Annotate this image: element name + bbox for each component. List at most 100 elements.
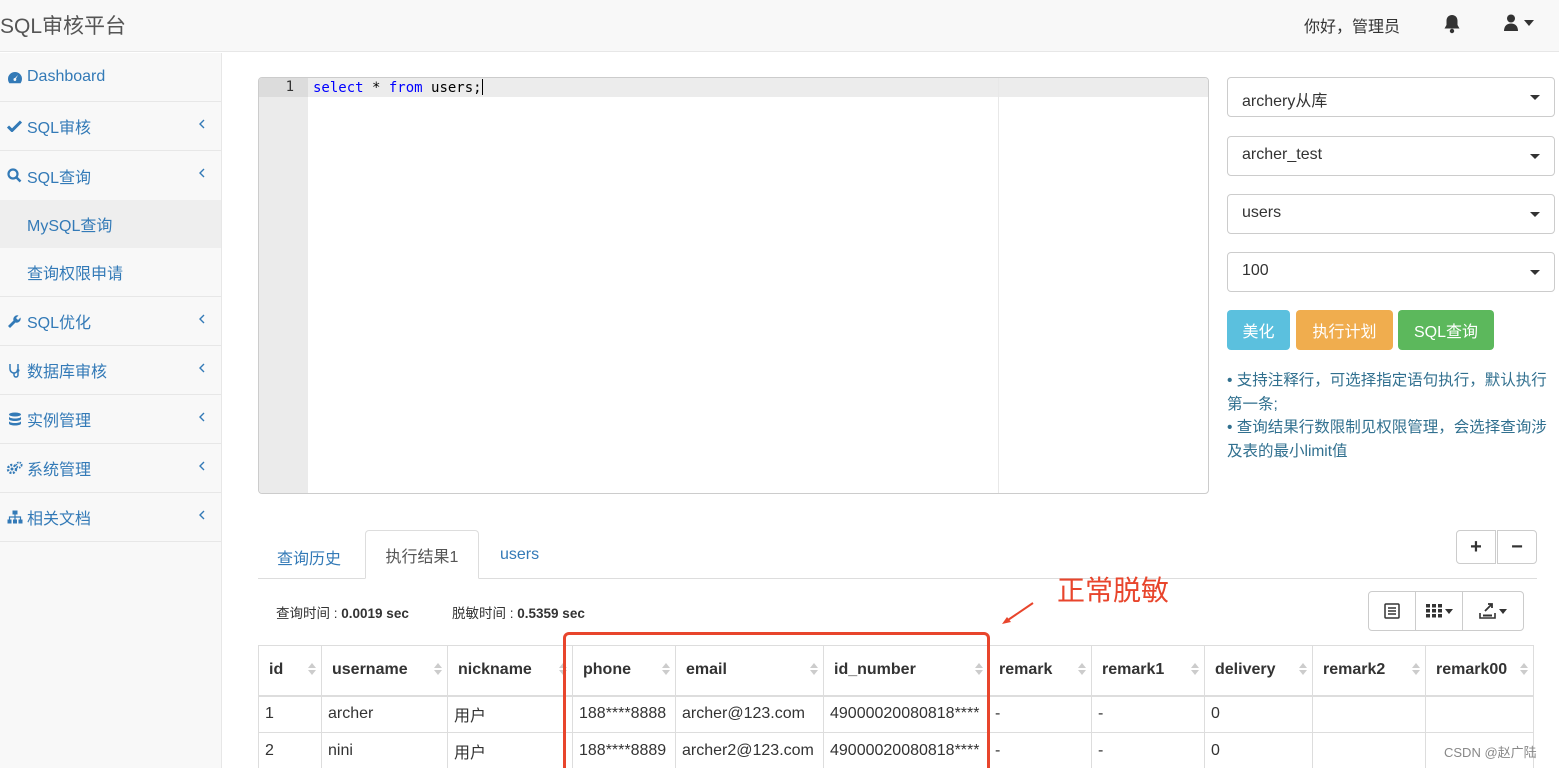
sort-icon bbox=[1299, 663, 1307, 675]
user-greeting: 你好，管理员 bbox=[1304, 19, 1401, 36]
column-header-label: remark1 bbox=[1102, 661, 1165, 679]
table-cell: archer bbox=[321, 695, 448, 733]
sidebar-item-instances[interactable]: 实例管理 bbox=[0, 395, 221, 444]
sidebar-item-sql-optimize[interactable]: SQL优化 bbox=[0, 297, 221, 346]
sql-token: users; bbox=[422, 80, 482, 96]
tab-query-history[interactable]: 查询历史 bbox=[277, 545, 341, 569]
table-cell: 188****8888 bbox=[572, 695, 676, 733]
column-header-phone[interactable]: phone bbox=[572, 645, 676, 697]
sql-keyword: select bbox=[313, 80, 364, 96]
sidebar-item-sql-query[interactable]: SQL查询 bbox=[0, 151, 221, 200]
export-button[interactable] bbox=[1463, 592, 1523, 630]
sql-query-button[interactable]: SQL查询 bbox=[1398, 310, 1494, 350]
sort-icon bbox=[1520, 663, 1528, 675]
table-select[interactable]: users bbox=[1227, 194, 1555, 234]
table-cell: - bbox=[1091, 732, 1205, 768]
columns-button[interactable] bbox=[1416, 592, 1463, 630]
annotation-label: 正常脱敏 bbox=[1057, 575, 1170, 606]
table-cell: - bbox=[988, 732, 1092, 768]
sidebar-item-sql-review[interactable]: SQL审核 bbox=[0, 102, 221, 151]
column-header-delivery[interactable]: delivery bbox=[1204, 645, 1313, 697]
database-select[interactable]: archer_test bbox=[1227, 136, 1555, 176]
tab-result-1[interactable]: 执行结果1 bbox=[365, 530, 479, 579]
sidebar-item-dashboard[interactable]: Dashboard bbox=[0, 53, 221, 102]
query-time-value: 0.0019 sec bbox=[341, 606, 409, 621]
instance-select[interactable]: archery从库 bbox=[1227, 77, 1555, 117]
sql-query-submenu: MySQL查询 查询权限申请 bbox=[0, 200, 221, 297]
wrench-icon bbox=[0, 314, 27, 329]
add-tab-button[interactable]: + bbox=[1456, 530, 1496, 564]
caret-down-icon bbox=[1444, 608, 1453, 614]
sidebar-item-label: 实例管理 bbox=[27, 413, 92, 430]
check-icon bbox=[0, 120, 27, 132]
table-row[interactable]: 2 nini 用户 188****8889 archer2@123.com 49… bbox=[258, 732, 1534, 768]
table-cell: 49000020080818**** bbox=[823, 732, 989, 768]
sidebar-item-docs[interactable]: 相关文档 bbox=[0, 493, 221, 542]
column-header-username[interactable]: username bbox=[321, 645, 448, 697]
toggle-view-button[interactable] bbox=[1369, 592, 1416, 630]
limit-select[interactable]: 100 bbox=[1227, 252, 1555, 292]
table-header-row: id username nickname phone email id_numb… bbox=[258, 645, 1534, 697]
sidebar-item-system[interactable]: 系统管理 bbox=[0, 444, 221, 493]
sort-icon bbox=[975, 663, 983, 675]
column-header-email[interactable]: email bbox=[675, 645, 824, 697]
chevron-left-icon bbox=[199, 165, 205, 183]
dashboard-icon bbox=[0, 71, 27, 84]
table-row[interactable]: 1 archer 用户 188****8888 archer@123.com 4… bbox=[258, 695, 1534, 733]
table-cell: 1 bbox=[258, 695, 322, 733]
sql-editor[interactable]: 1 select * from users; bbox=[258, 77, 1209, 494]
table-cell: 0 bbox=[1204, 732, 1313, 768]
column-header-remark1[interactable]: remark1 bbox=[1091, 645, 1205, 697]
table-cell: 用户 bbox=[447, 695, 573, 733]
column-header-id-number[interactable]: id_number bbox=[823, 645, 989, 697]
column-header-id[interactable]: id bbox=[258, 645, 322, 697]
bell-icon[interactable] bbox=[1443, 14, 1461, 39]
sidebar-subitem-query-permission[interactable]: 查询权限申请 bbox=[0, 248, 221, 296]
column-header-label: id bbox=[269, 661, 284, 679]
chevron-left-icon bbox=[199, 409, 205, 427]
table-cell: - bbox=[988, 695, 1092, 733]
sort-icon bbox=[308, 663, 316, 675]
tab-users[interactable]: users bbox=[500, 546, 539, 564]
table-cell: 49000020080818**** bbox=[823, 695, 989, 733]
chevron-left-icon bbox=[199, 507, 205, 525]
print-margin bbox=[998, 78, 999, 493]
remove-tab-button[interactable]: − bbox=[1497, 530, 1537, 564]
chevron-left-icon bbox=[199, 458, 205, 476]
column-header-nickname[interactable]: nickname bbox=[447, 645, 573, 697]
sidebar: Dashboard SQL审核 SQL查询 MySQL查询 查询权限申请 SQL… bbox=[0, 53, 222, 768]
tip-item: • 查询结果行数限制见权限管理，会选择查询涉及表的最小limit值 bbox=[1227, 419, 1547, 460]
chevron-left-icon bbox=[199, 360, 205, 378]
export-icon bbox=[1479, 603, 1496, 619]
beautify-button[interactable]: 美化 bbox=[1227, 310, 1290, 350]
column-header-remark2[interactable]: remark2 bbox=[1312, 645, 1426, 697]
sidebar-item-db-audit[interactable]: 数据库审核 bbox=[0, 346, 221, 395]
sort-icon bbox=[1412, 663, 1420, 675]
column-header-remark[interactable]: remark bbox=[988, 645, 1092, 697]
column-header-label: remark bbox=[999, 661, 1053, 679]
caret-down-icon bbox=[1530, 95, 1540, 100]
caret-down-icon bbox=[1530, 154, 1540, 159]
user-menu[interactable] bbox=[1504, 14, 1534, 31]
sort-icon bbox=[434, 663, 442, 675]
watermark: CSDN @赵广陆 bbox=[1444, 745, 1537, 760]
sidebar-item-label: 数据库审核 bbox=[27, 364, 108, 381]
column-header-label: id_number bbox=[834, 661, 916, 679]
sidebar-subitem-mysql-query[interactable]: MySQL查询 bbox=[0, 200, 221, 248]
sort-icon bbox=[810, 663, 818, 675]
usage-tips: • 支持注释行，可选择指定语句执行，默认执行第一条; • 查询结果行数限制见权限… bbox=[1227, 369, 1552, 463]
table-cell bbox=[1312, 695, 1426, 733]
sql-code-line[interactable]: select * from users; bbox=[313, 79, 483, 96]
app-title[interactable]: SQL审核平台 bbox=[0, 10, 126, 40]
caret-down-icon bbox=[1524, 19, 1534, 26]
explain-button[interactable]: 执行计划 bbox=[1296, 310, 1393, 350]
column-header-label: delivery bbox=[1215, 661, 1276, 679]
editor-gutter bbox=[259, 78, 308, 493]
sort-icon bbox=[1191, 663, 1199, 675]
search-icon bbox=[0, 168, 27, 183]
column-header-label: remark00 bbox=[1436, 661, 1508, 679]
line-number: 1 bbox=[285, 79, 294, 95]
column-header-remark00[interactable]: remark00 bbox=[1425, 645, 1534, 697]
table-cell: 188****8889 bbox=[572, 732, 676, 768]
table-cell: nini bbox=[321, 732, 448, 768]
